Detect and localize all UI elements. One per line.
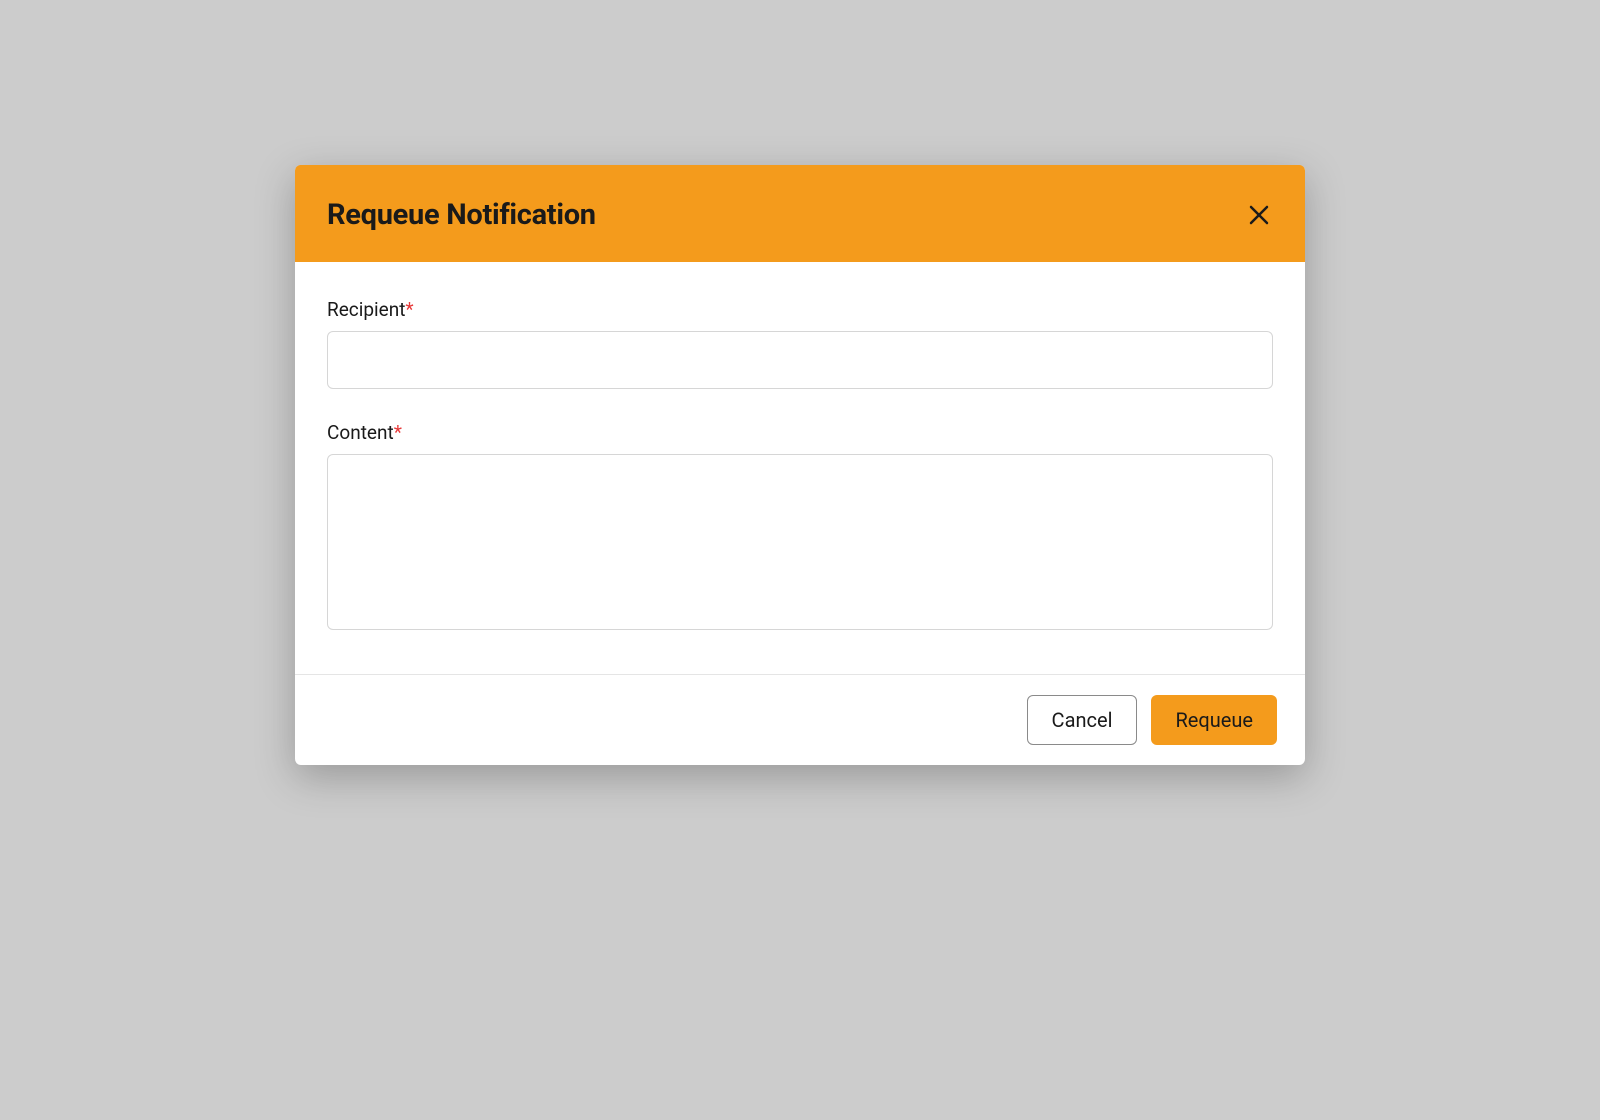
content-textarea[interactable] (327, 454, 1273, 630)
content-field-group: Content* (327, 421, 1273, 634)
required-mark: * (405, 298, 413, 321)
content-label-text: Content (327, 421, 394, 444)
cancel-button[interactable]: Cancel (1027, 695, 1138, 745)
recipient-label: Recipient* (327, 298, 1273, 321)
modal-title: Requeue Notification (327, 198, 596, 232)
requeue-button[interactable]: Requeue (1151, 695, 1277, 745)
close-icon[interactable] (1245, 201, 1273, 229)
content-label: Content* (327, 421, 1273, 444)
modal-header: Requeue Notification (295, 165, 1305, 262)
required-mark: * (394, 421, 402, 444)
recipient-field-group: Recipient* (327, 298, 1273, 389)
modal-footer: Cancel Requeue (295, 674, 1305, 765)
modal-body: Recipient* Content* (295, 262, 1305, 674)
recipient-label-text: Recipient (327, 298, 405, 321)
recipient-input[interactable] (327, 331, 1273, 389)
requeue-notification-modal: Requeue Notification Recipient* Content*… (295, 165, 1305, 765)
